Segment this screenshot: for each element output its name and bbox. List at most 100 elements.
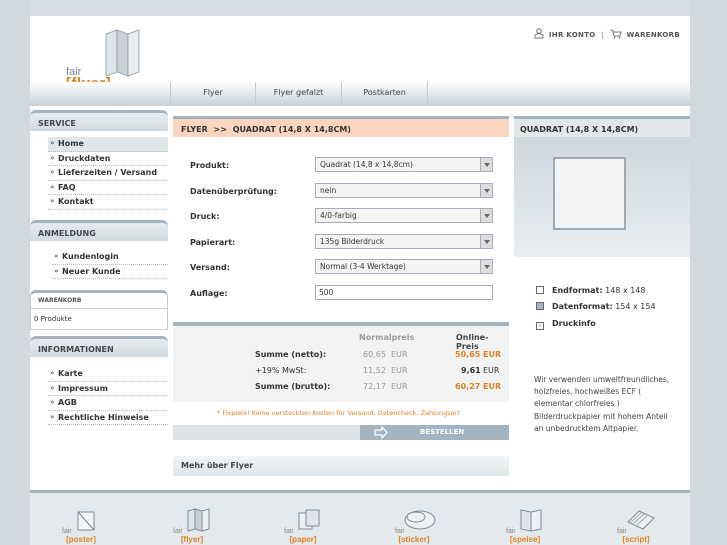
select-papierart[interactable]: 135g Bilderdruck	[315, 233, 493, 249]
legend-endformat: Endformat: 148 x 148	[536, 286, 645, 295]
menu-item-kontakt[interactable]: Kontakt	[48, 195, 168, 210]
footer-name: [speise]	[509, 535, 541, 544]
menu-item-rechtliche-hinweise[interactable]: Rechtliche Hinweise	[48, 411, 168, 425]
product-category: FLYER	[181, 125, 208, 134]
tab-empty	[427, 82, 428, 106]
menu-item-druckdaten[interactable]: Druckdaten	[48, 152, 168, 166]
info-icon: i	[536, 322, 544, 330]
price-normal-brutto-cur: EUR	[391, 382, 408, 391]
product-form: Produkt: Quadrat (14,8 x 14,8cm) Datenüb…	[173, 147, 509, 308]
footer-speise[interactable]: fair [speise]	[500, 509, 550, 544]
account-link[interactable]: IHR KONTO	[549, 31, 596, 39]
dropdown-arrow-icon	[480, 209, 492, 222]
warenkorb-box: WARENKORB 0 Produkte	[30, 290, 168, 330]
select-value: Quadrat (14,8 x 14,8cm)	[320, 160, 413, 169]
input-auflage[interactable]: 500	[315, 284, 493, 300]
top-band	[30, 0, 690, 16]
label-versand: Versand:	[190, 263, 230, 272]
footer-flyer[interactable]: fair [flyer]	[167, 508, 217, 544]
order-button[interactable]: BESTELLEN	[360, 425, 509, 440]
footer-brands: fair [poster] fair [flyer] fair [paper] …	[30, 490, 690, 545]
format-preview	[514, 137, 690, 257]
informationen-menu: Karte Impressum AGB Rechtliche Hinweise	[30, 357, 168, 429]
label-druck: Druck:	[190, 212, 220, 221]
menu-item-neuer-kunde[interactable]: Neuer Kunde	[52, 265, 168, 279]
right-sidebar: QUADRAT (14,8 X 14,8CM) Endformat: 148 x…	[514, 116, 690, 433]
price-normal-mwst-cur: EUR	[391, 366, 408, 375]
menu-item-kundenlogin[interactable]: Kundenlogin	[52, 250, 168, 265]
flyer-icon	[187, 508, 210, 532]
link-divider: |	[601, 30, 605, 39]
price-online-mwst: 9,61	[461, 366, 481, 375]
dropdown-arrow-icon	[480, 183, 492, 197]
label-produkt: Produkt:	[190, 161, 230, 170]
menu-item-agb[interactable]: AGB	[48, 396, 168, 411]
more-link: Mehr über Flyer	[181, 461, 254, 470]
label-papierart: Papierart:	[190, 237, 236, 247]
col-online-preis: Online-Preis	[456, 333, 489, 351]
footer-paper[interactable]: fair [paper]	[278, 509, 328, 544]
select-produkt[interactable]: Quadrat (14,8 x 14,8cm)	[315, 157, 493, 172]
select-druck[interactable]: 4/0-farbig	[315, 208, 493, 223]
breadcrumb-sep: >>	[213, 125, 227, 134]
select-value: nein	[320, 185, 337, 195]
user-icon	[534, 28, 544, 41]
endformat-icon	[536, 286, 544, 294]
tab-flyer-gefalzt[interactable]: Flyer gefalzt	[255, 82, 341, 106]
paper-description: Wir verwenden umweltfreundliches, holzfr…	[534, 375, 670, 433]
dropdown-arrow-icon	[480, 234, 492, 248]
tab-postkarten[interactable]: Postkarten	[341, 82, 427, 106]
speise-icon	[520, 509, 542, 532]
form-row-druck: Druck: 4/0-farbig	[190, 206, 509, 232]
dropdown-arrow-icon	[480, 158, 492, 171]
legend-datenformat: Datenformat: 154 x 154	[536, 302, 656, 311]
menu-item-impressum[interactable]: Impressum	[48, 382, 168, 396]
price-box: Normalpreis Online-Preis Summe (netto): …	[173, 322, 509, 402]
price-normal-brutto: 72,17	[363, 382, 386, 391]
price-online-netto-cur: EUR	[483, 350, 502, 359]
price-label-netto: Summe (netto):	[255, 350, 327, 359]
main-content: FLYER >> QUADRAT (14,8 X 14,8CM) Produkt…	[173, 116, 509, 476]
label-datenueberpruefung: Datenüberprüfung:	[190, 186, 277, 196]
anmeldung-header: ANMELDUNG	[30, 220, 168, 241]
script-icon	[627, 510, 655, 530]
footer-poster[interactable]: fair [poster]	[56, 511, 106, 544]
footer-name: [script]	[622, 535, 650, 544]
main-nav: Flyer Flyer gefalzt Postkarten	[30, 82, 690, 106]
endformat-value: 148 x 148	[605, 286, 646, 295]
anmeldung-menu: Kundenlogin Neuer Kunde	[30, 241, 168, 285]
service-header: SERVICE	[30, 110, 168, 131]
order-bar: BESTELLEN	[173, 425, 509, 440]
more-bar[interactable]: Mehr über Flyer	[173, 456, 509, 476]
col-normalpreis: Normalpreis	[359, 333, 415, 342]
legend-druckinfo[interactable]: i Druckinfo	[536, 319, 596, 330]
menu-item-home[interactable]: Home	[48, 137, 168, 152]
select-versand[interactable]: Normal (3-4 Werktage)	[315, 259, 493, 274]
arrow-right-icon	[374, 425, 388, 446]
dropdown-arrow-icon	[480, 260, 492, 273]
poster-icon	[77, 511, 95, 531]
order-button-label: BESTELLEN	[420, 428, 465, 436]
footer-script[interactable]: fair [script]	[611, 510, 661, 544]
sticker-icon	[404, 510, 436, 530]
menu-item-karte[interactable]: Karte	[48, 367, 168, 382]
footer-sticker[interactable]: fair [sticker]	[389, 510, 439, 544]
tab-flyer[interactable]: Flyer	[170, 82, 255, 106]
datenformat-label: Datenformat:	[552, 302, 613, 311]
select-value: 135g Bilderdruck	[320, 236, 385, 246]
warenkorb-header: WARENKORB	[31, 293, 167, 309]
form-row-auflage: Auflage: 500	[190, 283, 509, 309]
form-row-produkt: Produkt: Quadrat (14,8 x 14,8cm)	[190, 155, 509, 181]
menu-item-lieferzeiten[interactable]: Lieferzeiten / Versand	[48, 166, 168, 181]
druckinfo-label: Druckinfo	[552, 319, 596, 328]
price-normal-netto: 60,65	[363, 350, 386, 359]
cart-link[interactable]: WARENKORB	[627, 31, 680, 39]
form-row-versand: Versand: Normal (3-4 Werktage)	[190, 257, 509, 283]
select-datenueberpruefung[interactable]: nein	[315, 182, 493, 198]
price-note: * Fixpreis! Keine versteckten Kosten für…	[217, 409, 460, 417]
select-value: Normal (3-4 Werktage)	[320, 262, 406, 271]
menu-item-faq[interactable]: FAQ	[48, 181, 168, 195]
left-sidebar: SERVICE Home Druckdaten Lieferzeiten / V…	[30, 110, 168, 429]
informationen-header: INFORMATIONEN	[30, 336, 168, 357]
footer-name: [paper]	[289, 535, 317, 544]
